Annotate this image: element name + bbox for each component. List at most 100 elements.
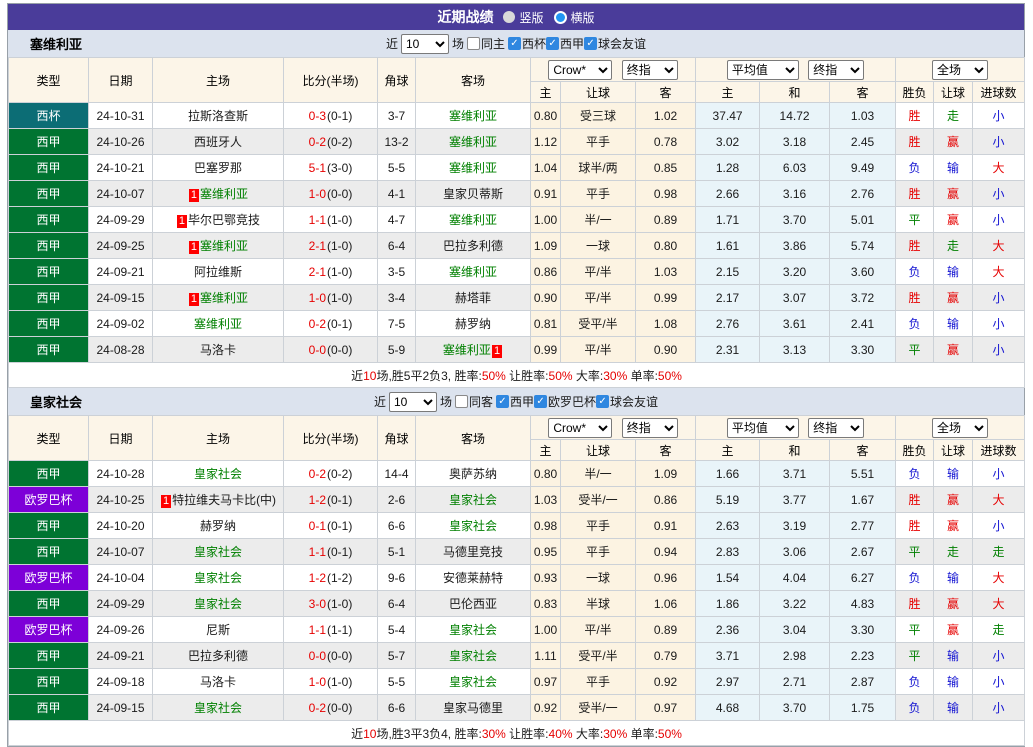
score-cell: 5-1(3-0) <box>283 154 378 181</box>
league-filter-checkbox[interactable] <box>496 395 509 408</box>
match-row: 西甲 24-09-25 1 塞维利亚 2-1(1-0) 6-4 巴拉多利德 1.09 一球 0.8… <box>8 232 1026 259</box>
focus-team-name[interactable]: 皇家社会 <box>194 597 242 611</box>
goals-result-cell: 小 <box>972 310 1026 337</box>
halftime-score: (0-1) <box>327 518 353 533</box>
home-team-cell: 塞维利亚 <box>152 310 284 337</box>
crow-odds-cell: 0.78 <box>634 128 697 155</box>
match-date-cell: 24-09-15 <box>88 284 153 311</box>
league-filter-checkbox[interactable] <box>596 395 610 408</box>
summary-segment: 40% <box>548 726 573 741</box>
match-count-select[interactable]: 10 <box>400 33 449 54</box>
horizontal-radio-icon[interactable] <box>553 10 567 24</box>
team-name[interactable]: 皇家贝蒂斯 <box>443 187 503 201</box>
focus-team-name[interactable]: 塞维利亚 <box>449 161 497 175</box>
focus-team-name[interactable]: 皇家社会 <box>449 493 497 507</box>
league-filter-checkbox[interactable] <box>508 37 521 50</box>
focus-team-name[interactable]: 皇家社会 <box>449 623 497 637</box>
focus-team-name[interactable]: 皇家社会 <box>449 675 497 689</box>
match-count-select[interactable]: 10 <box>388 391 437 412</box>
summary-segment: 30% <box>603 368 628 383</box>
team-name[interactable]: 奥萨苏纳 <box>449 467 497 481</box>
team-name[interactable]: 赫罗纳 <box>200 519 236 533</box>
focus-team-name[interactable]: 塞维利亚 <box>449 265 497 279</box>
team-name[interactable]: 赫罗纳 <box>455 317 491 331</box>
score-cell: 1-0(0-0) <box>283 180 378 207</box>
league-filter-checkbox[interactable] <box>584 37 598 50</box>
focus-team-name[interactable]: 皇家社会 <box>194 467 242 481</box>
focus-team-name[interactable]: 塞维利亚 <box>194 317 242 331</box>
avg-odds-cell: 5.01 <box>829 206 897 233</box>
focus-team-name[interactable]: 塞维利亚 <box>449 135 497 149</box>
match-row: 西甲 24-09-18 马洛卡 1-0(1-0) 5-5 皇家社会 0.97 平手 0.92 2.… <box>8 668 1026 695</box>
layout-option-horizontal[interactable]: 横版 <box>553 9 595 26</box>
same-venue-checkbox[interactable] <box>466 37 480 50</box>
average-odds-select[interactable]: 平均值 <box>726 59 799 80</box>
odds-source-select[interactable]: Crow* <box>548 417 613 438</box>
team-name[interactable]: 巴塞罗那 <box>194 161 242 175</box>
team-name[interactable]: 马洛卡 <box>200 675 236 689</box>
avg-odds-cell: 3.20 <box>759 258 831 285</box>
team-name[interactable]: 马德里竞技 <box>443 545 503 559</box>
summary-row: 近10场,胜5平2负3, 胜率:50% 让胜率:50% 大率:30% 单率:50… <box>7 362 1026 388</box>
team-name[interactable]: 巴拉多利德 <box>443 239 503 253</box>
team-name[interactable]: 西班牙人 <box>194 135 242 149</box>
final-odds-select[interactable]: 终指 <box>621 59 678 80</box>
focus-team-name[interactable]: 塞维利亚 <box>449 213 497 227</box>
team-name[interactable]: 安德莱赫特 <box>443 571 503 585</box>
league-type-cell: 西甲 <box>8 538 89 565</box>
team-name[interactable]: 马洛卡 <box>200 343 236 357</box>
halftime-score: (0-1) <box>327 544 353 559</box>
match-date-cell: 24-09-29 <box>88 206 153 233</box>
focus-team-name[interactable]: 塞维利亚 <box>443 343 491 357</box>
focus-team-name[interactable]: 塞维利亚 <box>200 239 248 253</box>
same-venue-checkbox[interactable] <box>454 395 468 408</box>
league-filter-checkbox[interactable] <box>534 395 548 408</box>
team-name[interactable]: 巴拉多利德 <box>188 649 248 663</box>
score-cell: 1-1(0-1) <box>283 538 378 565</box>
avg-odds-cell: 2.83 <box>695 538 761 565</box>
fulltime-select[interactable]: 全场 <box>932 59 989 80</box>
league-filter-label: 球会友谊 <box>610 395 659 409</box>
away-team-cell: 塞维利亚 1 <box>415 336 531 363</box>
focus-team-name[interactable]: 皇家社会 <box>194 701 242 715</box>
focus-team-name[interactable]: 塞维利亚 <box>200 187 248 201</box>
corner-cell: 6-6 <box>377 512 416 539</box>
focus-team-name[interactable]: 皇家社会 <box>449 519 497 533</box>
avg-odds-cell: 4.04 <box>759 564 831 591</box>
odds-source-select[interactable]: Crow* <box>548 59 613 80</box>
avg-odds-cell: 2.17 <box>695 284 761 311</box>
crow-odds-cell: 0.95 <box>530 538 561 565</box>
away-team-cell: 安德莱赫特 <box>415 564 531 591</box>
focus-team-name[interactable]: 皇家社会 <box>449 649 497 663</box>
league-filter-checkbox[interactable] <box>546 37 560 50</box>
team-name[interactable]: 特拉维夫马卡比(中) <box>172 493 276 507</box>
winloss-result-cell: 胜 <box>895 128 935 155</box>
avg-odds-cell: 3.16 <box>759 180 831 207</box>
focus-team-name[interactable]: 塞维利亚 <box>449 109 497 123</box>
team-name[interactable]: 赫塔菲 <box>455 291 491 305</box>
team-name[interactable]: 皇家马德里 <box>443 701 503 715</box>
focus-team-name[interactable]: 塞维利亚 <box>200 291 248 305</box>
avg-final-odds-select[interactable]: 终指 <box>808 417 865 438</box>
team-name[interactable]: 拉斯洛查斯 <box>188 109 248 123</box>
avg-final-odds-select[interactable]: 终指 <box>808 59 865 80</box>
final-odds-select[interactable]: 终指 <box>621 417 678 438</box>
vertical-radio-icon[interactable] <box>503 11 516 23</box>
home-team-cell: 1 塞维利亚 <box>152 284 284 311</box>
focus-team-name[interactable]: 皇家社会 <box>194 545 242 559</box>
team-name[interactable]: 尼斯 <box>206 623 230 637</box>
team-name[interactable]: 阿拉维斯 <box>194 265 242 279</box>
team-name[interactable]: 毕尔巴鄂竞技 <box>188 213 260 227</box>
layout-option-vertical[interactable]: 竖版 <box>503 9 544 26</box>
focus-team-name[interactable]: 皇家社会 <box>194 571 242 585</box>
score-cell: 0-0(0-0) <box>283 336 378 363</box>
match-date-cell: 24-09-21 <box>88 258 153 285</box>
winloss-result-cell: 负 <box>895 258 935 285</box>
crow-odds-cell: 0.89 <box>634 616 697 643</box>
team-name[interactable]: 巴伦西亚 <box>449 597 497 611</box>
league-type-cell: 西甲 <box>8 642 89 669</box>
avg-odds-cell: 2.71 <box>759 668 831 695</box>
fulltime-select[interactable]: 全场 <box>932 417 989 438</box>
team-name: 皇家社会 <box>30 395 83 410</box>
average-odds-select[interactable]: 平均值 <box>726 417 799 438</box>
